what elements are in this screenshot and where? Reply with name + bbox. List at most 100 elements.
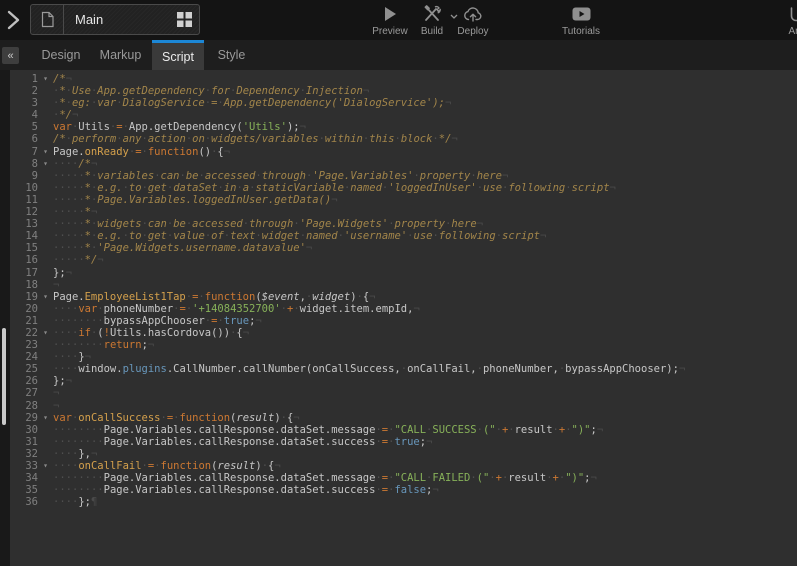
- code-text[interactable]: ¬: [53, 279, 797, 291]
- fold-toggle-icon[interactable]: [38, 85, 53, 97]
- code-line[interactable]: 30 ········Page.Variables.callResponse.d…: [10, 424, 797, 436]
- fold-toggle-icon[interactable]: [38, 303, 53, 315]
- tab-markup[interactable]: Markup: [94, 40, 147, 70]
- fold-toggle-icon[interactable]: ▾: [38, 460, 53, 472]
- code-line[interactable]: 9 ·····*·variables·can·be·accessed·throu…: [10, 170, 797, 182]
- tab-design[interactable]: Design: [35, 40, 87, 70]
- code-line[interactable]: 24 ····}¬: [10, 351, 797, 363]
- code-text[interactable]: ········Page.Variables.callResponse.data…: [53, 436, 797, 448]
- fold-toggle-icon[interactable]: [38, 315, 53, 327]
- fold-toggle-icon[interactable]: ▾: [38, 73, 53, 85]
- expand-nav-icon[interactable]: [7, 10, 21, 30]
- code-line[interactable]: 29 ▾ var·onCallSuccess·=·function(result…: [10, 412, 797, 424]
- code-text[interactable]: ·····*·e.g.·to·get·value·of·text·widget·…: [53, 230, 797, 242]
- code-line[interactable]: 1 ▾ /*¬: [10, 73, 797, 85]
- code-line[interactable]: 32 ····},¬: [10, 448, 797, 460]
- build-button[interactable]: Build: [410, 5, 454, 37]
- fold-toggle-icon[interactable]: [38, 230, 53, 242]
- code-line[interactable]: 27 ¬: [10, 387, 797, 399]
- fold-toggle-icon[interactable]: [38, 182, 53, 194]
- code-line[interactable]: 35 ········Page.Variables.callResponse.d…: [10, 484, 797, 496]
- code-line[interactable]: 22 ▾ ····if·(!Utils.hasCordova())·{¬: [10, 327, 797, 339]
- fold-toggle-icon[interactable]: [38, 194, 53, 206]
- fold-toggle-icon[interactable]: [38, 97, 53, 109]
- collapse-panel-button[interactable]: «: [2, 47, 19, 64]
- code-line[interactable]: 34 ········Page.Variables.callResponse.d…: [10, 472, 797, 484]
- code-text[interactable]: ·····*/¬: [53, 254, 797, 266]
- fold-toggle-icon[interactable]: [38, 351, 53, 363]
- code-text[interactable]: ¬: [53, 400, 797, 412]
- code-line[interactable]: 2 ·*·Use·App.getDependency·for·Dependenc…: [10, 85, 797, 97]
- fold-toggle-icon[interactable]: [38, 387, 53, 399]
- code-text[interactable]: ····var·phoneNumber·=·'+14084352700'·+·w…: [53, 303, 797, 315]
- code-text[interactable]: ·····*·'Page.Widgets.username.datavalue'…: [53, 242, 797, 254]
- code-line[interactable]: 19 ▾ Page.EmployeeList1Tap·=·function($e…: [10, 291, 797, 303]
- code-text[interactable]: ·····*·e.g.·to·get·dataSet·in·a·staticVa…: [53, 182, 797, 194]
- code-line[interactable]: 8 ▾ ····/*¬: [10, 158, 797, 170]
- tab-style[interactable]: Style: [207, 40, 256, 70]
- left-panel-scrollbar-thumb[interactable]: [2, 328, 6, 425]
- code-line[interactable]: 13 ·····*·widgets·can·be·accessed·throug…: [10, 218, 797, 230]
- code-text[interactable]: ·*·Use·App.getDependency·for·Dependency·…: [53, 85, 797, 97]
- code-line[interactable]: 31 ········Page.Variables.callResponse.d…: [10, 436, 797, 448]
- code-line[interactable]: 17 };¬: [10, 267, 797, 279]
- fold-toggle-icon[interactable]: [38, 170, 53, 182]
- code-text[interactable]: ·*/¬: [53, 109, 797, 121]
- tab-script[interactable]: Script: [152, 40, 204, 70]
- fold-toggle-icon[interactable]: ▾: [38, 146, 53, 158]
- code-text[interactable]: Page.onReady·=·function()·{¬: [53, 146, 797, 158]
- code-text[interactable]: };¬: [53, 267, 797, 279]
- code-line[interactable]: 16 ·····*/¬: [10, 254, 797, 266]
- fold-toggle-icon[interactable]: [38, 109, 53, 121]
- code-text[interactable]: ·*·eg:·var·DialogService·=·App.getDepend…: [53, 97, 797, 109]
- fold-toggle-icon[interactable]: [38, 448, 53, 460]
- fold-toggle-icon[interactable]: [38, 363, 53, 375]
- fold-toggle-icon[interactable]: [38, 133, 53, 145]
- code-text[interactable]: ········bypassAppChooser·=·true;¬: [53, 315, 797, 327]
- pages-grid-icon[interactable]: [169, 5, 199, 34]
- code-text[interactable]: ········Page.Variables.callResponse.data…: [53, 472, 797, 484]
- fold-toggle-icon[interactable]: [38, 339, 53, 351]
- fold-toggle-icon[interactable]: ▾: [38, 158, 53, 170]
- code-line[interactable]: 23 ········return;¬: [10, 339, 797, 351]
- code-text[interactable]: ·····*·widgets·can·be·accessed·through·'…: [53, 218, 797, 230]
- code-line[interactable]: 14 ·····*·e.g.·to·get·value·of·text·widg…: [10, 230, 797, 242]
- preview-button[interactable]: Preview: [368, 5, 412, 37]
- code-text[interactable]: ·····*·variables·can·be·accessed·through…: [53, 170, 797, 182]
- fold-toggle-icon[interactable]: [38, 496, 53, 508]
- deploy-button[interactable]: Deploy: [451, 5, 495, 37]
- fold-toggle-icon[interactable]: [38, 375, 53, 387]
- code-line[interactable]: 4 ·*/¬: [10, 109, 797, 121]
- code-text[interactable]: ····window.plugins.CallNumber.callNumber…: [53, 363, 797, 375]
- fold-toggle-icon[interactable]: [38, 254, 53, 266]
- code-line[interactable]: 36 ····};¶: [10, 496, 797, 508]
- code-line[interactable]: 6 /*·perform·any·action·on·widgets/varia…: [10, 133, 797, 145]
- code-text[interactable]: /*·perform·any·action·on·widgets/variabl…: [53, 133, 797, 145]
- code-line[interactable]: 10 ·····*·e.g.·to·get·dataSet·in·a·stati…: [10, 182, 797, 194]
- code-line[interactable]: 5 var·Utils·=·App.getDependency('Utils')…: [10, 121, 797, 133]
- code-text[interactable]: ····};¶: [53, 496, 797, 508]
- code-text[interactable]: ¬: [53, 387, 797, 399]
- fold-toggle-icon[interactable]: [38, 436, 53, 448]
- fold-toggle-icon[interactable]: [38, 242, 53, 254]
- fold-toggle-icon[interactable]: ▾: [38, 327, 53, 339]
- toolbar-item-arti-truncated[interactable]: Arti: [772, 5, 797, 37]
- code-line[interactable]: 26 };¬: [10, 375, 797, 387]
- tutorials-button[interactable]: Tutorials: [557, 5, 605, 37]
- fold-toggle-icon[interactable]: [38, 400, 53, 412]
- code-line[interactable]: 11 ·····*·Page.Variables.loggedInUser.ge…: [10, 194, 797, 206]
- code-text[interactable]: ····onCallFail·=·function(result)·{¬: [53, 460, 797, 472]
- code-text[interactable]: ····/*¬: [53, 158, 797, 170]
- code-line[interactable]: 15 ·····*·'Page.Widgets.username.dataval…: [10, 242, 797, 254]
- fold-toggle-icon[interactable]: [38, 218, 53, 230]
- code-line[interactable]: 21 ········bypassAppChooser·=·true;¬: [10, 315, 797, 327]
- code-text[interactable]: ····},¬: [53, 448, 797, 460]
- code-text[interactable]: ········return;¬: [53, 339, 797, 351]
- page-selector[interactable]: Main: [30, 4, 200, 35]
- code-text[interactable]: };¬: [53, 375, 797, 387]
- code-text[interactable]: var·Utils·=·App.getDependency('Utils');¬: [53, 121, 797, 133]
- code-text[interactable]: var·onCallSuccess·=·function(result)·{¬: [53, 412, 797, 424]
- fold-toggle-icon[interactable]: [38, 484, 53, 496]
- code-line[interactable]: 25 ····window.plugins.CallNumber.callNum…: [10, 363, 797, 375]
- code-text[interactable]: ·····*¬: [53, 206, 797, 218]
